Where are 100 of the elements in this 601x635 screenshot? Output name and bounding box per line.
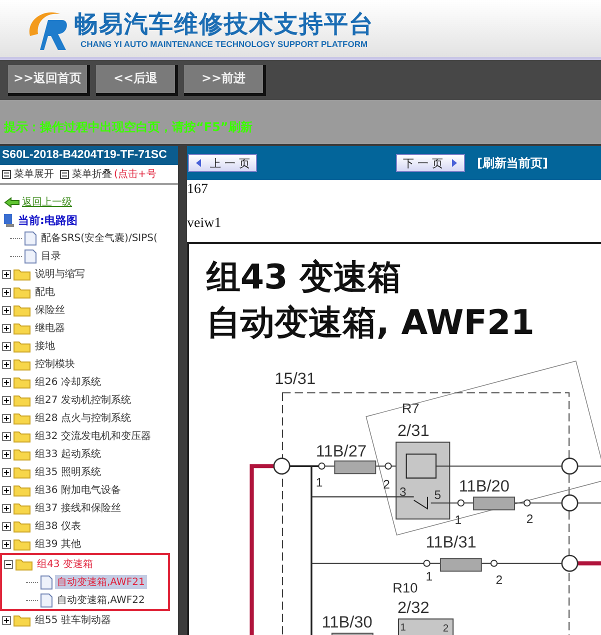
expand-icon[interactable] (2, 306, 11, 314)
diagram-label: 2 (383, 477, 390, 492)
folder-icon (13, 375, 31, 389)
diagram-label: 2 (526, 512, 534, 526)
diagram-label: 2 (496, 572, 503, 587)
expand-icon[interactable] (2, 616, 11, 624)
tree-item[interactable]: 组28 点火与控制系统 (33, 411, 133, 425)
folder-icon (13, 613, 31, 627)
folder-icon (13, 447, 31, 461)
menu-toggle[interactable]: 菜单折叠 (60, 167, 112, 181)
site-subtitle: CHANG YI AUTO MAINTENANCE TECHNOLOGY SUPPORT PLATFORM (80, 38, 368, 48)
diagram-label: 11B/20 (458, 478, 510, 496)
sidebar-title: S60L-2018-B4204T19-TF-71SC (0, 146, 178, 165)
next-page-button[interactable]: 下 一 页 (396, 154, 465, 172)
diagram-label: 15/31 (274, 370, 316, 388)
expand-icon[interactable] (2, 360, 11, 368)
diagram-label: R10 (392, 580, 418, 596)
tree-item[interactable]: 说明与缩写 (33, 267, 87, 281)
folder-icon (13, 339, 31, 353)
diagram-label: 5 (434, 488, 442, 502)
back-arrow-icon[interactable] (4, 196, 20, 208)
tree-item[interactable]: 控制模块 (33, 357, 77, 371)
tree-item[interactable]: 组26 冷却系统 (33, 375, 103, 389)
tree-item[interactable]: 组36 附加电气设备 (33, 483, 123, 497)
document-icon (40, 592, 53, 608)
page-text: 167 (187, 182, 209, 199)
tree-item[interactable]: 组37 接线和保险丝 (33, 501, 123, 515)
tree-item[interactable]: 组32 交流发电机和变压器 (33, 429, 153, 443)
diagram-label: 2/32 (397, 598, 430, 617)
tree-item[interactable]: 组38 仪表 (33, 519, 83, 533)
tree-item[interactable]: 继电器 (33, 321, 67, 335)
refresh-link[interactable]: [刷新当前页] (477, 154, 548, 172)
expand-icon[interactable] (2, 288, 11, 296)
expand-icon[interactable] (2, 486, 11, 494)
expand-icon[interactable] (2, 450, 11, 458)
expand-icon[interactable] (2, 504, 11, 512)
diagram-label: 11B/30 (322, 614, 372, 632)
tree-item[interactable]: 组39 其他 (33, 537, 83, 551)
diagram-label: 2 (442, 624, 449, 635)
expand-icon[interactable] (2, 522, 11, 530)
diagram-label: 2/31 (397, 422, 430, 440)
folder-icon (15, 557, 33, 571)
tree-item[interactable]: 组35 照明系统 (33, 465, 103, 479)
expand-icon[interactable] (2, 396, 11, 404)
folder-icon (13, 519, 31, 533)
folder-icon (13, 267, 31, 281)
document-icon (24, 230, 37, 246)
diagram-label: 1 (400, 622, 406, 634)
expand-icon[interactable] (2, 378, 11, 386)
tree-item[interactable]: 保险丝 (33, 303, 67, 317)
diagram-label: 1 (426, 569, 433, 584)
tree-item[interactable]: 接地 (33, 339, 57, 353)
expand-icon[interactable] (2, 270, 11, 278)
list-icon (60, 170, 69, 178)
tree-item[interactable]: 配电 (33, 285, 57, 299)
tree-item[interactable]: 配备SRS(安全气囊)/SIPS( (39, 231, 160, 245)
tree-item[interactable]: 组43 变速箱 (35, 557, 95, 571)
back-link[interactable]: 返回上一级 (22, 195, 72, 209)
folder-icon (13, 285, 31, 299)
site-title: 畅易汽车维修技术支持平台 (74, 8, 374, 38)
nav-button[interactable]: >>返回首页 (8, 64, 90, 96)
diagram-label: 11B/31 (426, 533, 476, 552)
expand-icon[interactable] (2, 414, 11, 422)
expand-icon[interactable] (2, 432, 11, 440)
menu-note: (点击+号 (114, 168, 156, 181)
computer-icon (2, 212, 16, 228)
diagram-title: 组43 变速箱 (206, 258, 402, 298)
left-arrow-icon (195, 159, 202, 167)
prev-page-button[interactable]: 上 一 页 (188, 154, 257, 172)
tree-item[interactable]: 组55 驻车制动器 (33, 613, 113, 627)
current-location: 当前:电路图 (18, 212, 78, 228)
menu-toggle[interactable]: 菜单展开 (2, 167, 54, 181)
document-icon (40, 574, 53, 590)
nav-button[interactable]: >>前进 (184, 64, 266, 96)
diagram-label: 1 (316, 476, 323, 490)
diagram-label: 3 (400, 485, 406, 500)
collapse-icon[interactable] (4, 560, 13, 568)
folder-icon (13, 321, 31, 335)
diagram-label: R7 (402, 401, 420, 416)
right-arrow-icon (451, 159, 458, 167)
folder-icon (13, 303, 31, 317)
expand-icon[interactable] (2, 468, 11, 476)
tree-item[interactable]: 组27 发动机控制系统 (33, 393, 133, 407)
tree-item[interactable]: 目录 (39, 249, 63, 263)
diagram-title: 自动变速箱, AWF21 (206, 303, 534, 344)
tree-item[interactable]: 自动变速箱,AWF22 (55, 593, 147, 607)
page-text: veiw1 (187, 216, 222, 233)
nav-button[interactable]: <<后退 (96, 64, 178, 96)
folder-icon (13, 465, 31, 479)
expand-icon[interactable] (2, 342, 11, 350)
folder-icon (13, 357, 31, 371)
folder-icon (13, 411, 31, 425)
folder-icon (13, 537, 31, 551)
folder-icon (13, 393, 31, 407)
expand-icon[interactable] (2, 540, 11, 548)
tree-item[interactable]: 组33 起动系统 (33, 447, 103, 461)
diagram-label: 11B/27 (316, 442, 367, 461)
folder-icon (13, 483, 31, 497)
expand-icon[interactable] (2, 324, 11, 332)
folder-icon (13, 429, 31, 443)
